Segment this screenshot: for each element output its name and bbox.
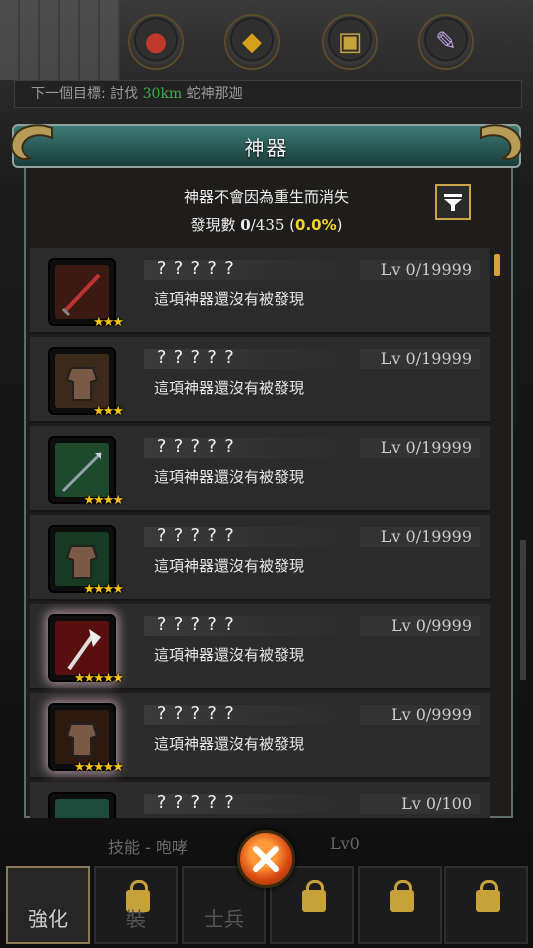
armor-icon (65, 723, 99, 757)
skill-bar: 技能 - 咆哮 Lv0 (88, 828, 508, 858)
header-ornament-left (6, 118, 58, 174)
sword-icon (61, 273, 101, 317)
top-icon-bar: ● ◆ ▣ ✎ (128, 14, 478, 74)
artifact-name: ????? (156, 703, 241, 724)
axe-icon (67, 629, 101, 671)
artifact-level: Lv 0/100 (401, 794, 472, 813)
artifact-name: ????? (156, 614, 241, 635)
tab-label: 士兵 (204, 907, 244, 931)
star-rating: ★★★★ (83, 582, 124, 597)
artifact-name: ????? (156, 347, 241, 368)
castle-wall (0, 0, 120, 80)
artifact-level: Lv 0/19999 (380, 527, 472, 546)
artifact-description: 這項神器還沒有被發現 (154, 290, 305, 308)
armor-icon (65, 545, 99, 579)
artifact-art (55, 710, 109, 764)
artifact-level: Lv 0/19999 (380, 349, 472, 368)
artifact-level: Lv 0/19999 (380, 260, 472, 279)
artifact-description: 這項神器還沒有被發現 (154, 468, 305, 486)
artifact-row[interactable]: ★★★????? Lv 0/19999 這項神器還沒有被發現 (30, 337, 490, 423)
star-rating: ★★★★★ (73, 671, 124, 686)
close-icon (253, 846, 279, 872)
close-button[interactable] (237, 830, 295, 888)
background-scrollbar (520, 540, 526, 680)
orb-icon: ● (144, 27, 168, 57)
artifact-description: 這項神器還沒有被發現 (154, 646, 305, 664)
artifact-row[interactable]: ★★★★????? Lv 0/19999 這項神器還沒有被發現 (30, 426, 490, 512)
unknown-icon (55, 799, 109, 818)
artifact-name: ????? (156, 792, 241, 813)
artifact-art (55, 354, 109, 408)
lock-icon (390, 880, 414, 912)
artifact-description: 這項神器還沒有被發現 (154, 557, 305, 575)
artifact-row[interactable]: ★★★★★????? Lv 0/9999 這項神器還沒有被發現 (30, 693, 490, 779)
artifact-name: ????? (156, 525, 241, 546)
found-total: /435 (250, 216, 285, 234)
modal-title: 神器 (244, 135, 289, 160)
spear-icon (61, 451, 103, 493)
found-number: 0 (240, 216, 251, 234)
tab-label: 強化 (28, 907, 68, 931)
tab-label: 裝 (126, 907, 146, 931)
artifact-description: 這項神器還沒有被發現 (154, 735, 305, 753)
artifact-row[interactable]: ★★★★★????? Lv 0/9999 這項神器還沒有被發現 (30, 604, 490, 690)
artifact-art (55, 621, 109, 675)
artifact-thumbnail: ★★★★ (48, 525, 124, 597)
target-distance: 30km (142, 86, 183, 102)
artifact-art (55, 265, 109, 319)
filter-icon (444, 194, 462, 211)
gem-button[interactable]: ◆ (224, 14, 280, 70)
lock-icon (302, 880, 326, 912)
skill-level: Lv0 (330, 834, 360, 853)
artifact-description: 這項神器還沒有被發現 (154, 379, 305, 397)
target-name: 蛇神那迦 (186, 86, 243, 102)
found-percent: 0.0% (295, 216, 337, 234)
artifact-row[interactable]: ★★★★????? Lv 0/19999 這項神器還沒有被發現 (30, 515, 490, 601)
orb-button[interactable]: ● (128, 14, 184, 70)
artifact-art (55, 799, 109, 818)
gem-icon: ◆ (242, 27, 262, 57)
target-prefix: 下一個目標: 討伐 (31, 86, 139, 102)
artifact-thumbnail: ★★★ (48, 258, 124, 330)
star-rating: ★★★ (93, 315, 124, 330)
armor-icon (65, 367, 99, 401)
artifact-name: ????? (156, 436, 241, 457)
header-ornament-right (475, 118, 527, 174)
wrench-icon: ✎ (435, 27, 457, 57)
star-rating: ★★★★★ (73, 760, 124, 775)
artifact-list[interactable]: ★★★????? Lv 0/19999 這項神器還沒有被發現 ★★★????? Lv 0… (30, 248, 490, 818)
modal-header: 神器 (12, 124, 521, 168)
tab-equip[interactable]: 裝 (94, 866, 178, 944)
artifact-level: Lv 0/9999 (390, 616, 472, 635)
list-scrollbar[interactable] (494, 254, 500, 276)
artifact-thumbnail: ★★★★ (48, 436, 124, 508)
artifact-thumbnail: ★★★★★ (48, 703, 124, 775)
star-rating: ★★★ (93, 404, 124, 419)
lock-icon (476, 880, 500, 912)
artifact-name: ????? (156, 258, 241, 279)
artifact-art (55, 532, 109, 586)
artifact-thumbnail: ★★★ (48, 347, 124, 419)
star-rating: ★★★★ (83, 493, 124, 508)
artifact-level: Lv 0/9999 (390, 705, 472, 724)
artifact-level: Lv 0/19999 (380, 438, 472, 457)
artifact-thumbnail (48, 792, 116, 818)
filter-button[interactable] (435, 184, 471, 220)
settings-button[interactable]: ✎ (418, 14, 474, 70)
artifact-art (55, 443, 109, 497)
next-target-bar: 下一個目標: 討伐 30km 蛇神那迦 (14, 80, 522, 108)
found-label: 發現數 (190, 216, 236, 234)
tab-locked-6[interactable] (444, 866, 528, 944)
tab-upgrade[interactable]: 強化 (6, 866, 90, 944)
lock-icon: ▣ (337, 27, 363, 57)
tab-locked-5[interactable] (358, 866, 442, 944)
skill-label: 技能 - 咆哮 (108, 838, 188, 857)
artifact-thumbnail: ★★★★★ (48, 614, 124, 686)
locked-button[interactable]: ▣ (322, 14, 378, 70)
artifact-row[interactable]: ★★★????? Lv 0/19999 這項神器還沒有被發現 (30, 248, 490, 334)
artifact-row[interactable]: ????? Lv 0/100 (30, 782, 490, 818)
